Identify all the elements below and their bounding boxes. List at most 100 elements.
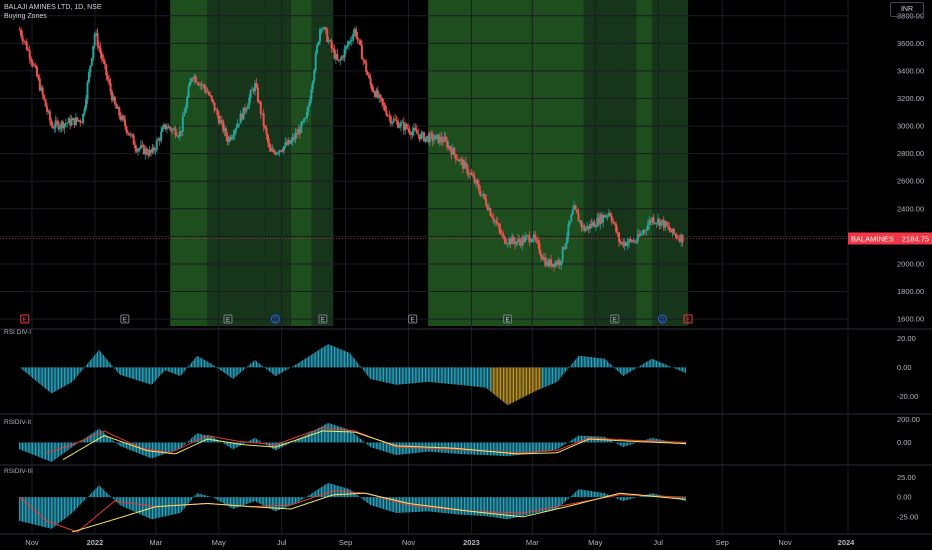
candle-body [434, 135, 437, 140]
candle-body [477, 184, 480, 191]
candle-body [20, 29, 23, 36]
candle-body [626, 242, 629, 246]
y-tick-label: 1800.00 [897, 287, 924, 296]
x-tick-label: Sep [715, 538, 728, 547]
candle-body [496, 222, 499, 224]
rsi1-y-tick: 0.00 [897, 363, 912, 372]
x-tick-label: 2023 [463, 538, 480, 547]
candle-body [165, 128, 168, 130]
candle-body [125, 126, 128, 133]
candle-body [381, 97, 384, 103]
candle-body [220, 120, 223, 121]
candle-body [339, 59, 342, 61]
candle-body [259, 102, 262, 114]
candle-body [103, 61, 106, 65]
x-tick-label: 2024 [838, 538, 856, 547]
candle-body [126, 132, 129, 134]
candle-body [37, 76, 40, 79]
candle-body [448, 145, 451, 150]
rsi1-pane-title: RSI DIV-I [4, 329, 32, 336]
candle-body [235, 127, 238, 131]
candle-body [301, 122, 304, 123]
rsi2-y-tick: 0.00 [897, 438, 912, 447]
candle-body [304, 117, 307, 119]
candle-body [613, 222, 616, 224]
candle-body [290, 140, 293, 144]
candle-body [560, 261, 563, 266]
y-tick-label: 3400.00 [897, 66, 924, 75]
candle-body [577, 213, 580, 222]
y-tick-label: 3000.00 [897, 122, 924, 131]
earnings-marker-label: E [506, 318, 510, 324]
candle-body [255, 83, 258, 88]
candle-body [368, 75, 371, 78]
candle-body [359, 40, 362, 45]
rsi3-y-tick: -25.00 [897, 512, 918, 521]
candle-body [321, 28, 324, 30]
candle-body [652, 217, 655, 224]
candle-body [317, 41, 320, 45]
candle-body [246, 105, 249, 109]
candle-body [593, 222, 596, 227]
buying-zone-9 [651, 0, 689, 326]
candle-body [330, 40, 333, 48]
buying-zone-0 [170, 0, 208, 326]
candle-body [174, 128, 177, 136]
candle-body [30, 58, 33, 62]
candle-body [310, 89, 313, 100]
candle-body [503, 236, 506, 244]
candle-body [313, 70, 316, 82]
candle-body [324, 27, 327, 30]
currency-button[interactable]: INR [890, 2, 924, 17]
earnings-marker-label: E [411, 318, 415, 324]
candle-body [363, 60, 366, 63]
candle-body [203, 84, 206, 89]
x-tick-label: Sep [339, 538, 352, 547]
rsi3-y-tick: 0.00 [897, 493, 912, 502]
candle-body [268, 142, 271, 148]
candle-body [213, 102, 216, 111]
candle-body [584, 228, 587, 232]
candle-body [561, 247, 564, 262]
candle-body [411, 131, 414, 136]
candle-body [444, 136, 447, 141]
candle-body [384, 105, 387, 111]
rsi1-y-tick: 20.00 [897, 334, 916, 343]
earnings-marker-label: E [686, 318, 690, 324]
candle-body [346, 45, 349, 47]
candle-body [388, 115, 391, 117]
buying-zones-layer [170, 0, 689, 326]
candle-body [131, 134, 134, 136]
candle-body [417, 133, 420, 135]
candle-body [280, 150, 283, 152]
candle-body [617, 232, 620, 242]
candle-body [408, 129, 411, 134]
candle-body [358, 39, 361, 41]
candle-body [118, 107, 121, 116]
candle-body [360, 44, 363, 60]
candle-body [430, 133, 433, 135]
candle-body [34, 65, 37, 68]
chart-canvas[interactable]: E E E D E E E E D E Nov 2022 Mar May Jul Sep Nov 2023 Mar… [0, 0, 932, 550]
candle-body [355, 28, 358, 38]
candle-body [639, 233, 642, 236]
earnings-marker-label: E [23, 318, 27, 324]
candle-body [332, 47, 335, 49]
candle-body [132, 135, 135, 145]
candle-body [499, 228, 502, 234]
candle-body [336, 54, 339, 60]
candle-body [264, 126, 267, 129]
candle-body [164, 124, 167, 129]
candle-body [59, 126, 62, 130]
y-tick-label: 2400.00 [897, 204, 924, 213]
candle-body [233, 130, 236, 136]
candle-body [28, 50, 31, 59]
candle-body [265, 128, 268, 136]
candle-body [612, 221, 615, 223]
candle-body [53, 127, 56, 129]
y-tick-label: 2600.00 [897, 177, 924, 186]
candle-body [399, 122, 402, 127]
candle-body [272, 149, 275, 153]
candle-body [177, 136, 180, 137]
candle-body [41, 87, 44, 96]
